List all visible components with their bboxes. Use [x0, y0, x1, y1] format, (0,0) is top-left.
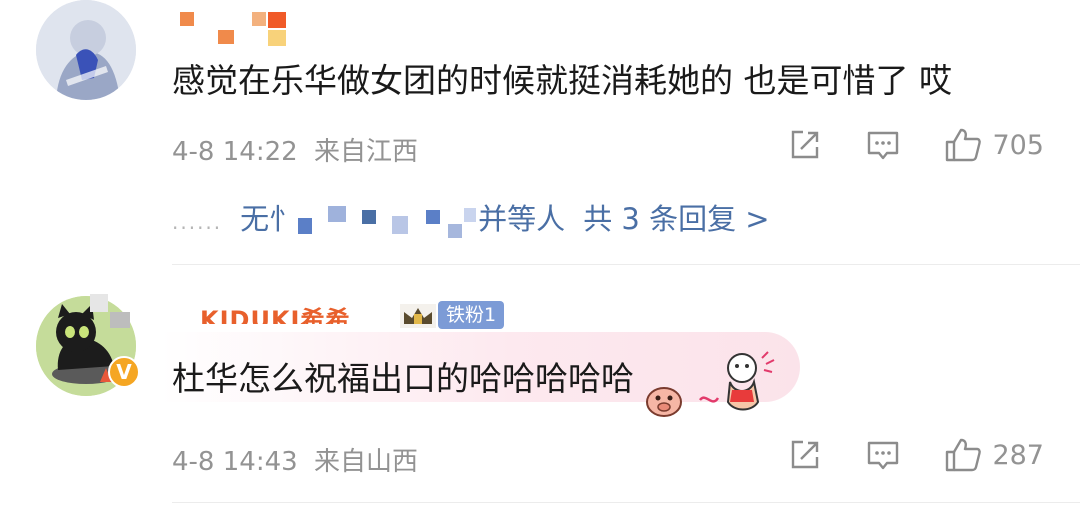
- like-count: 287: [992, 439, 1044, 471]
- crown-icon: [400, 304, 436, 328]
- comment-actions: 705: [788, 127, 1044, 163]
- username-mosaic: [180, 10, 290, 46]
- comment-meta: 4-8 14:43 来自山西: [172, 441, 418, 478]
- sticker-icon: [646, 351, 775, 417]
- comment-text: 感觉在乐华做女团的时候就挺消耗她的 也是可惜了 哎: [172, 61, 952, 100]
- comment-icon: [868, 131, 899, 160]
- share-icon: [792, 130, 819, 159]
- thumbs-up-icon: [946, 128, 982, 162]
- share-button[interactable]: [788, 438, 822, 472]
- comment-time: 4-8 14:43: [172, 447, 298, 477]
- comment-meta: 4-8 14:22 来自江西: [172, 131, 418, 168]
- reply-button[interactable]: [866, 128, 900, 162]
- avatar[interactable]: [36, 0, 136, 100]
- avatar-mosaic: [90, 294, 150, 330]
- comment-divider: [172, 502, 1080, 503]
- comment-text: 杜华怎么祝福出口的哈哈哈哈哈: [172, 359, 634, 398]
- username-text[interactable]: KIDUKI希希: [200, 306, 350, 324]
- reply-button[interactable]: [866, 438, 900, 472]
- reply-names[interactable]: 无忄: [240, 202, 298, 236]
- comment-icon: [868, 441, 899, 470]
- comment-time: 4-8 14:22: [172, 137, 298, 167]
- like-count: 705: [992, 129, 1044, 161]
- reply-count-link[interactable]: 共 3 条回复 >: [583, 202, 769, 236]
- comment-item: 感觉在乐华做女团的时候就挺消耗她的 也是可惜了 哎 4-8 14:22 来自江西…: [0, 0, 1080, 265]
- share-icon: [792, 440, 819, 469]
- share-button[interactable]: [788, 128, 822, 162]
- fan-badge-group[interactable]: 铁粉1: [398, 300, 505, 330]
- like-button[interactable]: 705: [944, 127, 1044, 163]
- comment-location: 来自山西: [313, 447, 418, 477]
- reply-dots: ......: [172, 210, 223, 234]
- reply-names-suffix[interactable]: 并等人: [478, 202, 565, 236]
- reply-summary[interactable]: ...... 无忄 并等人共 3 条回复 >: [172, 196, 770, 238]
- fan-level-badge: 铁粉1: [438, 301, 505, 329]
- like-button[interactable]: 287: [944, 437, 1044, 473]
- vip-badge: V: [108, 356, 140, 388]
- thumbs-up-icon: [946, 438, 982, 472]
- reply-names-mosaic: [298, 206, 478, 238]
- username[interactable]: KIDUKI希希: [200, 300, 350, 324]
- comment-actions: 287: [788, 437, 1044, 473]
- comment-divider: [172, 264, 1080, 265]
- comment-location: 来自江西: [313, 137, 418, 167]
- comment-item: V KIDUKI希希 铁粉1 杜华怎么祝福出口的哈哈哈哈哈 4-8 14:43 …: [0, 266, 1080, 518]
